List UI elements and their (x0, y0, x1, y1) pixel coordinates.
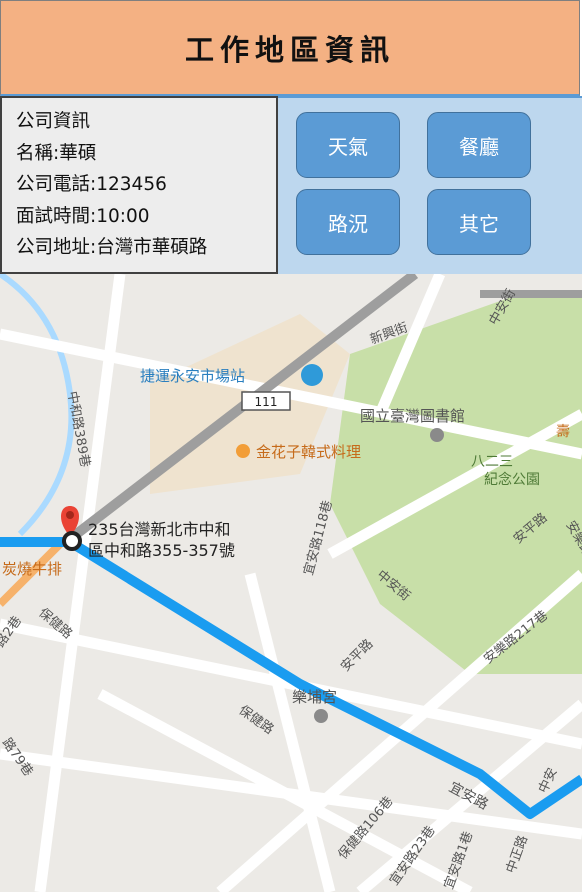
interview-time: 面試時間:10:00 (16, 205, 150, 227)
category-button-panel: 天氣 餐廳 路況 其它 (278, 96, 582, 274)
route-number: 111 (255, 395, 278, 409)
company-info-heading: 公司資訊 (16, 111, 91, 132)
map-canvas: 宜安路 捷運永安市場站 111 國立臺灣圖書館 金花子韓式料理 八二三 紀念公園… (0, 274, 582, 892)
page-title: 工作地區資訊 (184, 32, 395, 67)
street-label-yian-1: 宜安路1巷 (441, 829, 477, 891)
park-label-2: 紀念公園 (484, 471, 540, 488)
temple-icon (314, 709, 328, 723)
river (0, 274, 75, 537)
company-phone: 公司電話:123456 (16, 174, 167, 195)
pin-address-line1: 235台灣新北市中和 (88, 520, 231, 539)
app-header: 工作地區資訊 (0, 0, 580, 96)
pin-address-line2: 區中和路355-357號 (88, 541, 235, 560)
restaurant-button[interactable]: 餐廳 (427, 112, 531, 178)
metro-station-label: 捷運永安市場站 (140, 367, 245, 385)
street-label-anping-mid: 安平路 (338, 636, 377, 675)
weather-button[interactable]: 天氣 (296, 112, 400, 178)
company-info-panel: 公司資訊 名稱:華碩 公司電話:123456 面試時間:10:00 公司地址:台… (0, 96, 278, 274)
company-address: 公司地址:台灣市華碩路 (16, 237, 208, 258)
restaurant-poi-label: 金花子韓式料理 (256, 443, 361, 461)
library-label: 國立臺灣圖書館 (360, 407, 465, 425)
street-label-zhongzheng: 中正路 (503, 833, 531, 875)
other-button[interactable]: 其它 (427, 189, 531, 255)
street-label-baojian-mid: 保健路 (236, 702, 277, 737)
street-label-yian-118: 宜安路118巷 (300, 499, 335, 577)
temple-label: 樂埔宮 (292, 688, 337, 706)
metro-icon (301, 364, 323, 386)
map-view[interactable]: 宜安路 捷運永安市場站 111 國立臺灣圖書館 金花子韓式料理 八二三 紀念公園… (0, 274, 582, 892)
traffic-button[interactable]: 路況 (296, 189, 400, 255)
restaurant-poi-icon (236, 444, 250, 458)
bbq-label: 炭燒牛排 (2, 560, 62, 578)
company-name: 名稱:華碩 (16, 142, 97, 164)
park-label-1: 八二三 (471, 454, 513, 470)
poi-label-shou: 壽 (556, 424, 570, 440)
library-icon (430, 428, 444, 442)
